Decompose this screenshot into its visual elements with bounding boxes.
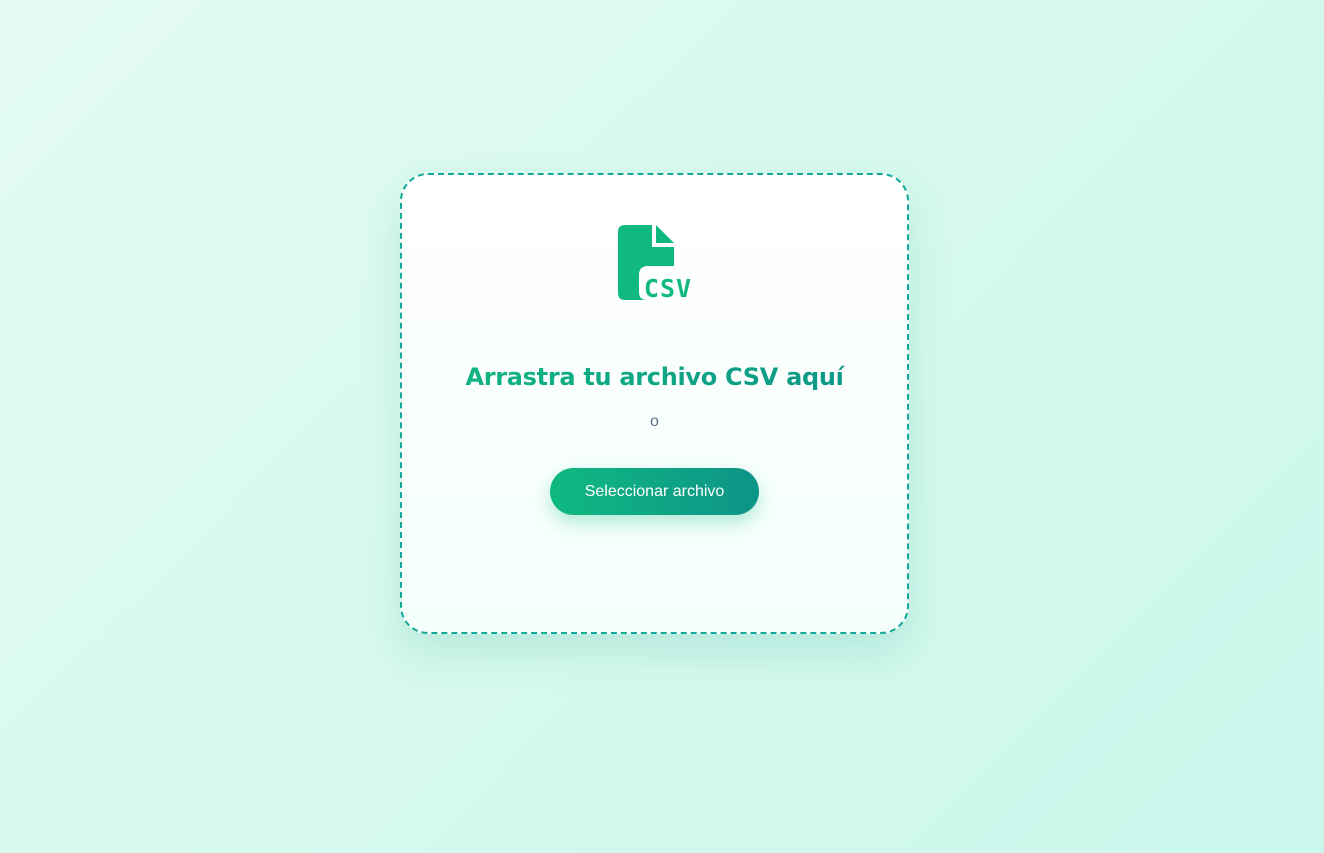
svg-text:CSV: CSV bbox=[644, 274, 692, 301]
drop-zone-title: Arrastra tu archivo CSV aquí bbox=[402, 363, 907, 391]
select-file-button[interactable]: Seleccionar archivo bbox=[550, 468, 759, 515]
csv-drop-zone[interactable]: CSV Arrastra tu archivo CSV aquí o Selec… bbox=[400, 173, 909, 634]
csv-file-icon: CSV bbox=[618, 225, 692, 301]
separator-text: o bbox=[650, 413, 659, 430]
